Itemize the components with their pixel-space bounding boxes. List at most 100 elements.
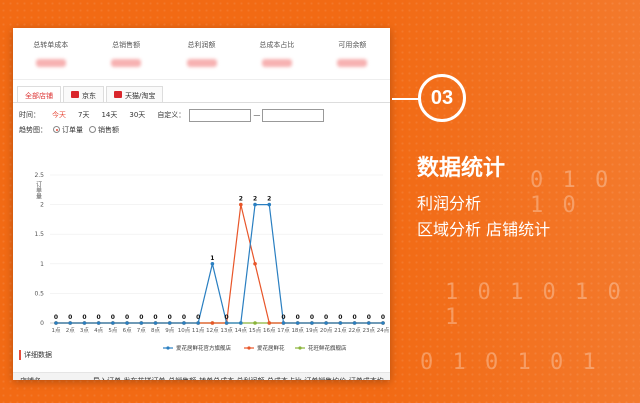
- legend-marker: [298, 346, 302, 350]
- column-header: 总利润额: [235, 376, 265, 380]
- data-label: 0: [225, 314, 229, 321]
- stat-value-blurred: [261, 59, 292, 67]
- radio-unchecked-icon: [89, 126, 96, 133]
- time-filter: 时间： 今天 7天 14天 30天 自定义： —: [13, 107, 390, 123]
- radio-label: 销售额: [98, 125, 119, 134]
- time-option-today[interactable]: 今天: [52, 110, 66, 120]
- data-label: 0: [97, 314, 101, 321]
- data-point: [253, 202, 257, 207]
- y-tick-label: 0: [40, 320, 44, 327]
- data-label: 0: [352, 314, 356, 321]
- data-label: 0: [125, 314, 129, 321]
- stat-value-blurred: [111, 59, 142, 67]
- tab-tmall-taobao[interactable]: 天猫/淘宝: [106, 86, 164, 102]
- tmall-icon: [114, 91, 122, 98]
- stat-cost-ratio: 总成本占比: [239, 28, 314, 79]
- table-header-row: 店铺名导入订单发布花拼订单总销售额转单总成本总利润额总成本占比订单销售均价订单成…: [19, 376, 385, 380]
- data-point: [182, 321, 186, 325]
- bg-digits-1: 0 1 0 1 0: [530, 168, 612, 218]
- date-separator: —: [253, 111, 261, 119]
- x-tick-label: 17点: [277, 327, 290, 334]
- x-tick-label: 16点: [263, 327, 276, 334]
- x-tick-label: 22点: [348, 327, 361, 334]
- x-tick-label: 7点: [137, 327, 146, 334]
- details-title: 详细数据: [19, 350, 52, 360]
- data-point: [366, 321, 371, 325]
- data-label: 0: [281, 314, 285, 321]
- time-option-7d[interactable]: 7天: [78, 110, 89, 120]
- data-label: 0: [381, 314, 385, 321]
- data-point: [239, 321, 243, 325]
- data-point: [167, 321, 172, 325]
- data-point: [224, 321, 229, 325]
- tab-label: 天猫/淘宝: [125, 92, 156, 100]
- data-point: [281, 321, 286, 325]
- x-tick-label: 8点: [151, 327, 160, 334]
- x-tick-label: 20点: [320, 327, 333, 334]
- data-point: [125, 321, 129, 325]
- stat-label: 总利润额: [187, 41, 216, 49]
- data-label: 1: [210, 255, 214, 262]
- data-point: [381, 321, 385, 325]
- x-tick-label: 18点: [291, 327, 304, 334]
- stat-total-transfer-cost: 总转单成本: [13, 28, 88, 79]
- data-label: 0: [324, 314, 328, 321]
- x-tick-label: 1点: [52, 327, 61, 334]
- stat-total-sales: 总销售额: [88, 28, 163, 79]
- data-label: 0: [196, 314, 200, 321]
- data-point: [96, 321, 101, 325]
- x-tick-label: 2点: [66, 327, 75, 334]
- stat-label: 可用余额: [338, 41, 367, 49]
- column-header: 导入订单: [92, 376, 122, 380]
- tab-jd[interactable]: 京东: [63, 86, 104, 102]
- data-point: [267, 321, 272, 325]
- column-header: 店铺名: [19, 376, 92, 380]
- data-label: 0: [168, 314, 172, 321]
- y-tick-label: 2.5: [34, 172, 44, 179]
- column-header: 订单销售均价: [303, 376, 347, 380]
- tab-all-shops[interactable]: 全部店铺: [17, 86, 61, 102]
- x-tick-label: 21点: [334, 327, 347, 334]
- data-point: [352, 321, 357, 325]
- x-tick-label: 3点: [80, 327, 89, 334]
- data-point: [253, 321, 257, 325]
- end-date-input[interactable]: [262, 108, 325, 122]
- data-label: 2: [267, 196, 271, 203]
- data-point: [338, 321, 343, 325]
- radio-order-count[interactable]: 订单量: [53, 125, 83, 135]
- data-point: [153, 321, 158, 325]
- time-option-30d[interactable]: 30天: [129, 110, 145, 120]
- legend-label: 花旺鲜花旗舰店: [308, 344, 347, 352]
- x-tick-label: 24点: [377, 327, 390, 334]
- x-tick-label: 19点: [306, 327, 319, 334]
- trend-selector: 趋势图： 订单量 销售额: [13, 123, 390, 136]
- column-header: 总销售额: [167, 376, 198, 380]
- data-label: 0: [153, 314, 157, 321]
- data-label: 0: [139, 314, 143, 321]
- bg-digits-3: 0 1 0 1 0 1: [420, 350, 599, 375]
- data-label: 0: [68, 314, 72, 321]
- data-label: 0: [310, 314, 314, 321]
- x-tick-label: 11点: [192, 327, 205, 334]
- column-header: 订单成本均: [348, 376, 385, 380]
- data-label: 0: [338, 314, 342, 321]
- bg-digits-2: 1 0 1 0 1 0 1: [445, 280, 624, 330]
- x-tick-label: 9点: [165, 327, 174, 334]
- data-point: [82, 321, 87, 325]
- start-date-input[interactable]: [189, 108, 252, 122]
- x-tick-label: 5点: [108, 327, 117, 334]
- data-label: 0: [367, 314, 371, 321]
- headline: 数据统计: [417, 156, 506, 181]
- x-tick-label: 15点: [249, 327, 262, 334]
- shop-tabs: 全部店铺 京东 天猫/淘宝: [13, 86, 390, 103]
- column-header: 转单总成本: [198, 376, 235, 380]
- data-point: [68, 321, 73, 325]
- data-point: [324, 321, 328, 325]
- data-point: [239, 202, 243, 207]
- y-tick-label: 1: [40, 261, 44, 268]
- data-label: 2: [253, 196, 257, 203]
- time-option-14d[interactable]: 14天: [101, 110, 117, 120]
- data-point: [210, 262, 215, 266]
- radio-sales[interactable]: 销售额: [89, 125, 119, 135]
- badge-connector-line: [392, 98, 419, 100]
